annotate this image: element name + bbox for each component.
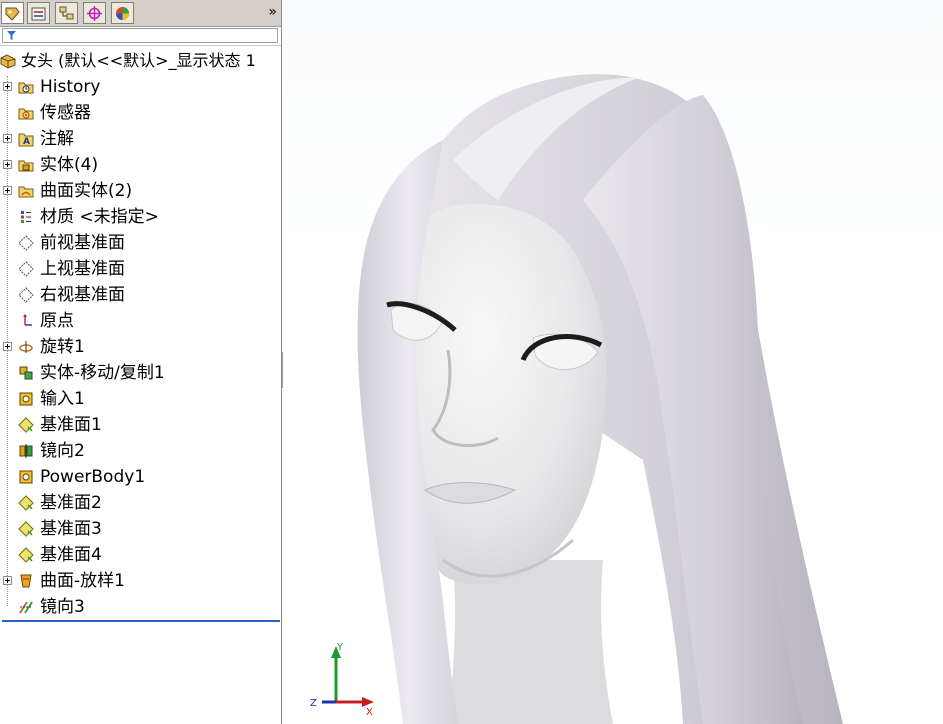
propertymanager-tab[interactable] xyxy=(27,2,50,24)
plane-icon xyxy=(18,261,34,277)
rollback-bar[interactable] xyxy=(2,620,280,622)
filter-funnel-icon xyxy=(7,31,16,40)
svg-text:A: A xyxy=(23,137,30,147)
expand-toggle[interactable] xyxy=(3,576,12,585)
tree-filter-input[interactable] xyxy=(2,28,278,43)
tree-item-plane4[interactable]: 基准面4 xyxy=(0,543,281,567)
z-axis-label: Z xyxy=(310,698,317,709)
feature-tree-icon xyxy=(5,7,20,21)
head-model xyxy=(357,74,843,724)
ref-plane-icon xyxy=(18,495,34,511)
tree-item-plane3[interactable]: 基准面3 xyxy=(0,517,281,541)
expand-toggle[interactable] xyxy=(3,134,12,143)
tree-item-annotations[interactable]: A 注解 xyxy=(0,127,281,151)
tree-item-right-plane[interactable]: 右视基准面 xyxy=(0,283,281,307)
tree-item-powerbody1[interactable]: PowerBody1 xyxy=(0,465,281,489)
neck xyxy=(448,560,613,724)
mirror-icon xyxy=(19,444,33,458)
featuremanager-tab[interactable] xyxy=(1,2,24,24)
tree-item-top-plane[interactable]: 上视基准面 xyxy=(0,257,281,281)
revolve-icon xyxy=(19,341,33,353)
display-manager-icon xyxy=(116,7,129,20)
configuration-manager-icon xyxy=(59,6,74,20)
tree-item-front-plane[interactable]: 前视基准面 xyxy=(0,231,281,255)
tree-item-plane1[interactable]: 基准面1 xyxy=(0,413,281,437)
tree-item-mirror3[interactable]: 镜向3 xyxy=(0,595,281,619)
ref-plane-icon xyxy=(18,417,34,433)
tree-item-revolve1[interactable]: 旋转1 xyxy=(0,335,281,359)
feature-manager-panel: » 女头 (默认<<默认>_显示状态 1 History 传感器 A 注解 实体… xyxy=(0,0,282,724)
x-arrow-icon xyxy=(362,697,374,707)
y-axis-label: Y xyxy=(336,642,344,653)
annotations-folder-icon: A xyxy=(18,133,34,147)
tree-item-move-copy-body1[interactable]: 实体-移动/复制1 xyxy=(0,361,281,385)
surface-loft-icon xyxy=(20,574,32,588)
dimxpert-tab[interactable] xyxy=(83,2,106,24)
dimxpert-crosshair-icon xyxy=(87,6,102,21)
tree-item-plane2[interactable]: 基准面2 xyxy=(0,491,281,515)
ref-plane-icon xyxy=(18,547,34,563)
tree-item-material[interactable]: 材质 <未指定> xyxy=(0,205,281,229)
tree-item-history[interactable]: History xyxy=(0,75,281,99)
sensors-folder-icon xyxy=(18,108,34,120)
axis-triad: Y X Z xyxy=(310,642,374,715)
tree-item-surface-bodies[interactable]: 曲面实体(2) xyxy=(0,179,281,203)
tree-item-import1[interactable]: 输入1 xyxy=(0,387,281,411)
tree-item-origin[interactable]: 原点 xyxy=(0,309,281,333)
move-copy-body-icon xyxy=(19,366,33,380)
tree-item-sensors[interactable]: 传感器 xyxy=(0,101,281,125)
property-manager-icon xyxy=(31,7,46,21)
surface-bodies-folder-icon xyxy=(18,186,34,198)
expand-toggle[interactable] xyxy=(3,82,12,91)
tree-root-label: 女头 (默认<<默认>_显示状态 1 xyxy=(21,51,256,70)
x-axis-label: X xyxy=(366,707,373,715)
tree-item-solid-bodies[interactable]: 实体(4) xyxy=(0,153,281,177)
displaymanager-tab[interactable] xyxy=(111,2,134,24)
tree-item-surface-loft1[interactable]: 曲面-放样1 xyxy=(0,569,281,593)
expand-toggle[interactable] xyxy=(3,160,12,169)
tree-filter-bar xyxy=(0,27,281,46)
material-icon xyxy=(21,211,31,223)
origin-icon xyxy=(23,314,32,326)
expand-panel-button[interactable]: » xyxy=(268,4,277,20)
ref-plane-icon xyxy=(18,521,34,537)
plane-icon xyxy=(18,235,34,251)
expand-toggle[interactable] xyxy=(3,186,12,195)
tree-item-mirror2[interactable]: 镜向2 xyxy=(0,439,281,463)
manager-tab-bar: » xyxy=(0,0,281,27)
graphics-viewport[interactable]: Y X Z xyxy=(283,0,943,724)
mirror-surface-icon xyxy=(19,601,33,614)
plane-icon xyxy=(18,287,34,303)
tree-root-part[interactable]: 女头 (默认<<默认>_显示状态 1 xyxy=(0,49,281,73)
powerbody-icon xyxy=(19,470,33,484)
solid-bodies-folder-icon xyxy=(18,160,34,172)
configurationmanager-tab[interactable] xyxy=(55,2,78,24)
expand-toggle[interactable] xyxy=(3,342,12,351)
imported-body-icon xyxy=(19,392,33,406)
part-icon xyxy=(0,54,16,69)
history-folder-icon xyxy=(18,82,34,94)
